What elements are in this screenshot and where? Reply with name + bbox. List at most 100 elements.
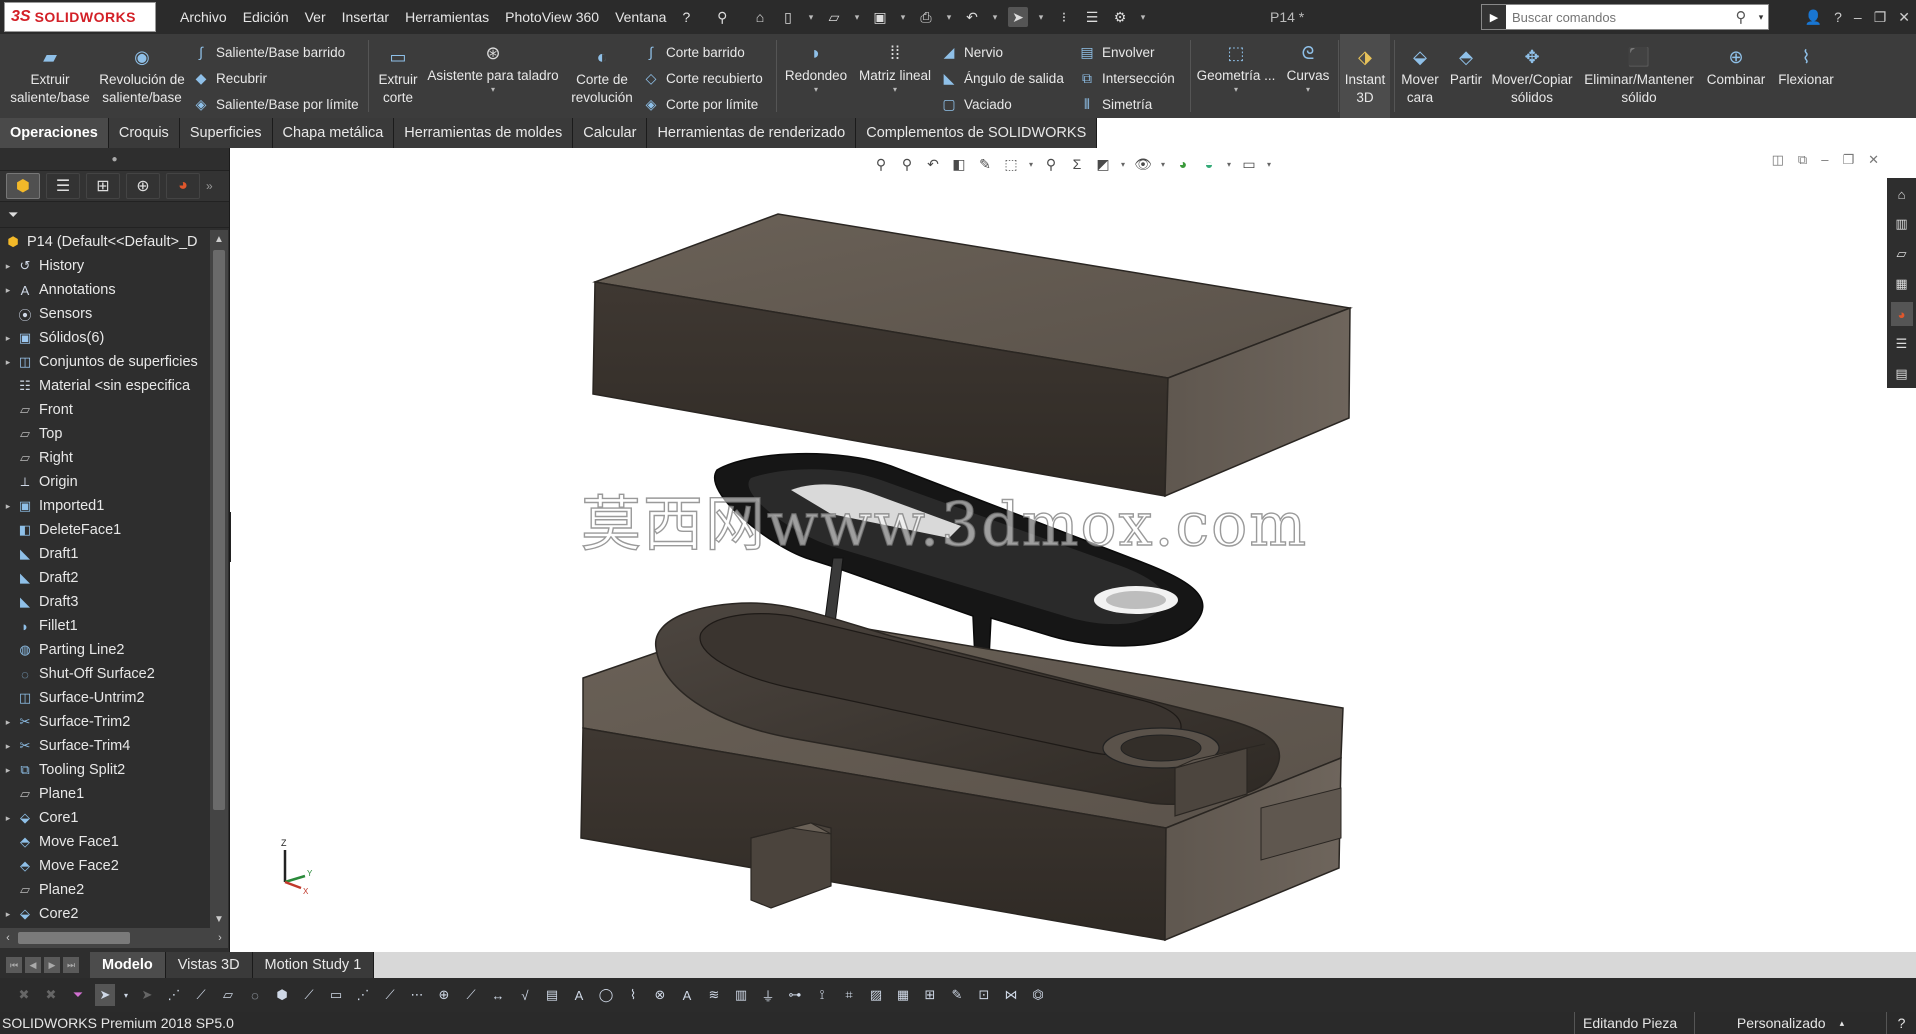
solidworks-resources-icon[interactable]: ⌂ [1891,182,1913,206]
boundary-cut-button[interactable]: ◈ Corte por límite [642,91,759,117]
filter-routing-points-icon[interactable]: ⟟ [812,984,832,1006]
tree-item[interactable]: ☷ Material <sin especifica [0,374,210,398]
filter-sketch-segments-icon[interactable]: ⟋ [380,984,400,1006]
last-tab-icon[interactable]: ⏭ [63,957,79,973]
tree-item[interactable]: ▸ ▣ Sólidos(6) [0,326,210,350]
filter-midpoints-icon[interactable]: ⋯ [407,984,427,1006]
menu-ventana[interactable]: Ventana [607,9,674,25]
scroll-up-icon[interactable]: ▲ [210,230,228,248]
expand-arrow-icon[interactable]: ▸ [0,717,16,728]
menu-photoview[interactable]: PhotoView 360 [497,9,607,25]
configurationmanager-tab-icon[interactable]: ⊞ [86,173,120,199]
chevron-down-icon[interactable]: ▾ [990,7,1000,27]
lofted-cut-button[interactable]: ◇ Corte recubierto [642,65,763,91]
tree-item[interactable]: ◣ Draft1 [0,542,210,566]
hole-wizard-button[interactable]: ⊛ Asistente para taladro ▾ [424,34,562,118]
curves-button[interactable]: ᘓ Curvas ▾ [1280,34,1336,118]
cavity-block[interactable] [592,213,1353,498]
tree-item[interactable]: ▸ ✂ Surface-Trim2 [0,710,210,734]
draft-button[interactable]: ◣ Ángulo de salida [940,65,1064,91]
search-commands-box[interactable]: ▶ ⚲ ▾ [1481,4,1769,30]
user-icon[interactable]: 👤 [1805,9,1822,26]
filter-sketch-hatch-icon[interactable]: ▨ [866,984,886,1006]
tab-motion-study[interactable]: Motion Study 1 [252,952,375,978]
chevron-down-icon[interactable]: ▾ [491,85,495,95]
tab-superficies[interactable]: Superficies [179,118,273,148]
menu-archivo[interactable]: Archivo [172,9,235,25]
filter-centerline-icon[interactable]: ⟋ [461,984,481,1006]
tab-complementos[interactable]: Complementos de SOLIDWORKS [856,118,1098,148]
filter-dimensions-icon[interactable]: ↔ [488,984,508,1006]
instant3d-button[interactable]: ⬗ Instant 3D [1340,34,1390,118]
tree-item[interactable]: ◗ Fillet1 [0,614,210,638]
quick-tips-icon[interactable]: ? [1886,1012,1916,1034]
design-library-icon[interactable]: ▥ [1891,212,1913,236]
chevron-down-icon[interactable]: ▾ [898,7,908,27]
display-manager-tab-icon[interactable]: ◕ [166,173,200,199]
open-folder-icon[interactable]: ▱ [824,7,844,27]
tree-item[interactable]: ⟂ Origin [0,470,210,494]
filter-blocks-icon[interactable]: ▥ [731,984,751,1006]
filter-faces-icon[interactable]: ▱ [218,984,238,1006]
chevron-down-icon[interactable]: ▾ [122,984,130,1006]
boundary-boss-button[interactable]: ◈ Saliente/Base por límite [192,91,359,117]
filter-edges-icon[interactable]: ⟋ [191,984,211,1006]
tab-operaciones[interactable]: Operaciones [0,118,109,148]
custom-properties-icon[interactable]: ☰ [1891,332,1913,356]
tree-item[interactable]: ⦿ Sensors [0,302,210,326]
tree-item[interactable]: ▱ Top [0,422,210,446]
tree-vertical-scrollbar[interactable]: ▲ ▼ [210,230,228,928]
filter-mesh-icon[interactable]: ⊞ [920,984,940,1006]
chevron-down-icon[interactable]: ▾ [852,7,862,27]
file-properties-icon[interactable]: ☰ [1082,7,1102,27]
prev-tab-icon[interactable]: ◀ [25,957,41,973]
expand-arrow-icon[interactable]: ▸ [0,813,16,824]
filter-notes-icon[interactable]: A [569,984,589,1006]
traffic-light-icon[interactable]: ⁝ [1054,7,1074,27]
help-icon[interactable]: ? [1834,9,1842,25]
tree-item[interactable]: ▸ A Annotations [0,278,210,302]
first-tab-icon[interactable]: ⏮ [6,957,22,973]
tree-item[interactable]: ▱ Plane1 [0,782,210,806]
view-palette-icon[interactable]: ▦ [1891,272,1913,296]
tab-modelo[interactable]: Modelo [90,952,166,978]
menu-help[interactable]: ? [674,9,698,25]
print-icon[interactable]: ⎙ [916,7,936,27]
chevron-down-icon[interactable]: ▾ [944,7,954,27]
expand-arrow-icon[interactable]: ▸ [0,357,16,368]
filter-axes-icon[interactable]: ⟋ [299,984,319,1006]
scroll-down-icon[interactable]: ▼ [210,910,228,928]
select-pointer-icon[interactable]: ➤ [95,984,115,1006]
tree-item[interactable]: ◣ Draft3 [0,590,210,614]
tree-item[interactable]: ▱ Front [0,398,210,422]
tab-herramientas-renderizado[interactable]: Herramientas de renderizado [647,118,857,148]
chevron-down-icon[interactable]: ▾ [1306,85,1310,95]
tree-item[interactable]: ◣ Draft2 [0,566,210,590]
shell-button[interactable]: ▢ Vaciado [940,91,1011,117]
filter-center-marks-icon[interactable]: ⊕ [434,984,454,1006]
tab-calcular[interactable]: Calcular [573,118,648,148]
revolve-cut-button[interactable]: ◐ Corte de revolución [566,34,638,118]
filter-surface-bodies-icon[interactable]: ◌ [245,984,265,1006]
undo-icon[interactable]: ↶ [962,7,982,27]
fillet-button[interactable]: ◗ Redondeo ▾ [780,34,852,118]
tree-item[interactable]: ▸ ⬙ Core2 [0,902,210,926]
chevron-down-icon[interactable]: ▾ [814,85,818,95]
filter-surface-finish-icon[interactable]: √ [515,984,535,1006]
core-block[interactable] [580,602,1344,942]
tab-croquis[interactable]: Croquis [108,118,180,148]
tree-item[interactable]: ▸ ⬙ Core1 [0,806,210,830]
tree-item[interactable]: ◍ Parting Line2 [0,638,210,662]
filter-all-icon[interactable]: ⏷ [68,984,88,1006]
delete-keep-body-button[interactable]: ⬛ Eliminar/Mantener sólido [1580,34,1698,118]
select-other-icon[interactable]: ➤ [137,984,157,1006]
pin-icon[interactable]: ⚲ [712,7,732,27]
tree-root-part[interactable]: ⬢ P14 (Default<<Default>_D [0,230,210,254]
minimize-icon[interactable]: – [1854,9,1862,25]
graphics-area[interactable]: ⚲ ⚲ ↶ ◧ ✎ ⬚ ▾ ⚲ Σ ◩ ▾ 👁 ▾ ◕ ◒ ▾ ▭ ▾ ◫ ⧉ … [231,148,1887,952]
close-icon[interactable]: ✕ [1898,9,1910,26]
tree-item[interactable]: ▸ ▣ Imported1 [0,494,210,518]
tree-item[interactable]: ▸ ⧉ Tooling Split2 [0,758,210,782]
tree-item[interactable]: ⬘ Move Face2 [0,854,210,878]
tree-item[interactable]: ▱ Plane2 [0,878,210,902]
